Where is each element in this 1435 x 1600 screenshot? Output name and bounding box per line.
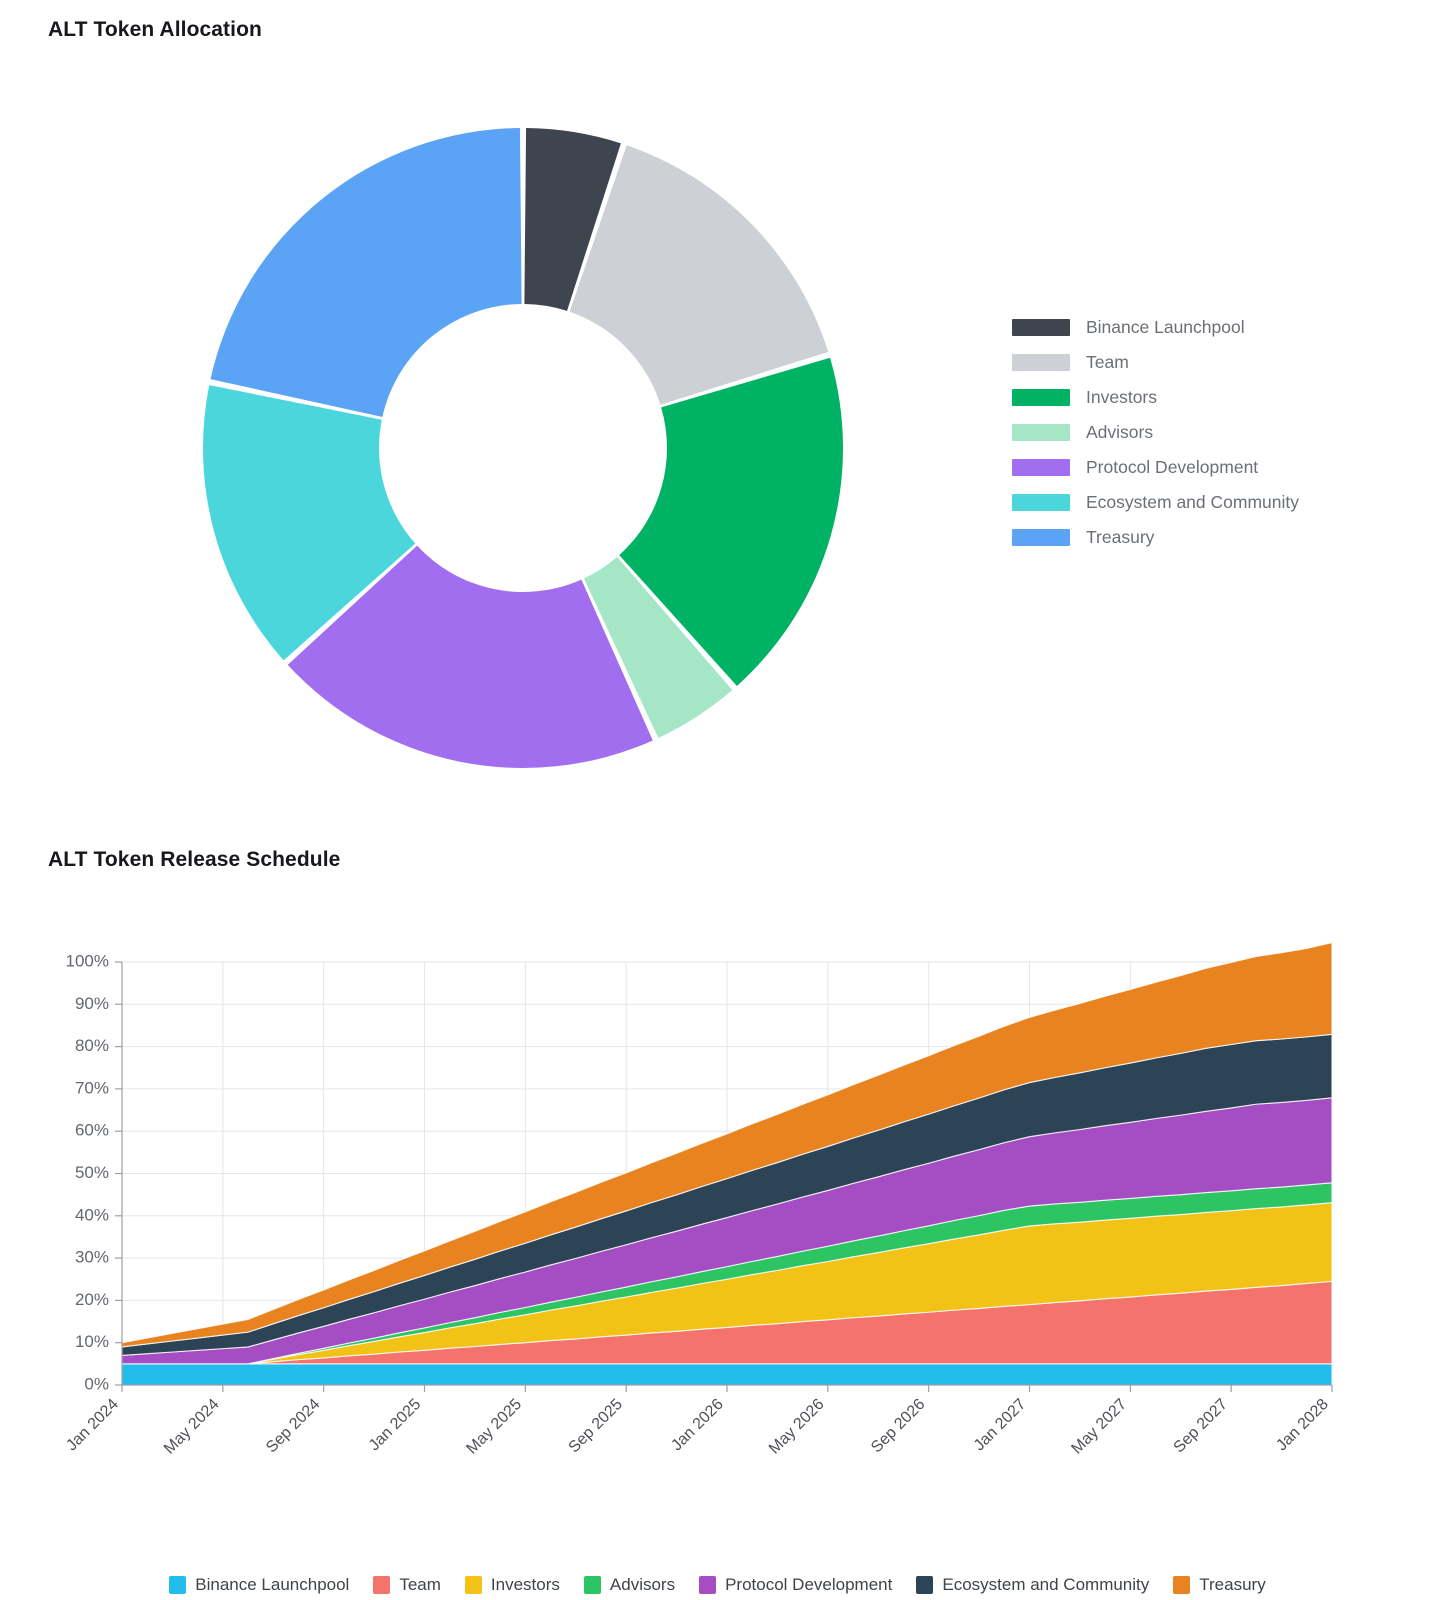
area-band[interactable] [121,1363,1333,1386]
area-legend-label: Protocol Development [725,1575,893,1594]
legend-swatch-icon [1012,494,1070,511]
area-chart-panel: 0% 10% 20% 30% 40% 50% 60% 70% 80% 90% 100% Jan 20… [0,920,1435,1560]
donut-legend-label: Treasury [1086,527,1155,547]
legend-swatch-icon [1173,1576,1191,1594]
area-legend-item[interactable]: Protocol Development [699,1575,892,1595]
area-legend-label: Ecosystem and Community [942,1575,1150,1594]
y-axis-ticks: 0% 10% 20% 30% 40% 50% 60% 70% 80% 90% 100% [66,951,122,1393]
page-title-allocation: ALT Token Allocation [48,18,262,41]
donut-legend-item[interactable]: Protocol Development [1012,457,1299,478]
y-tick-label: 90% [75,994,109,1013]
area-legend-item[interactable]: Binance Launchpool [169,1575,349,1595]
legend-swatch-icon [373,1576,391,1594]
x-tick-label: Sep 2027 [1171,1396,1232,1457]
legend-swatch-icon [1012,389,1070,406]
x-tick-label: May 2025 [463,1396,525,1458]
donut-legend-item[interactable]: Ecosystem and Community [1012,492,1299,513]
page-title-release: ALT Token Release Schedule [48,848,341,871]
area-legend-item[interactable]: Ecosystem and Community [916,1575,1149,1595]
y-tick-label: 20% [75,1290,109,1309]
donut-legend-label: Investors [1086,387,1157,407]
x-tick-label: Jan 2024 [63,1396,122,1455]
donut-legend-item[interactable]: Investors [1012,387,1299,408]
area-legend-item[interactable]: Team [373,1575,441,1595]
donut-legend: Binance Launchpool Team Investors Advisors P… [1012,317,1299,548]
y-tick-label: 70% [75,1078,109,1097]
donut-legend-item[interactable]: Binance Launchpool [1012,317,1299,338]
area-legend-label: Treasury [1199,1575,1266,1594]
donut-legend-label: Team [1086,352,1129,372]
legend-swatch-icon [916,1576,934,1594]
x-tick-label: Sep 2026 [868,1396,929,1457]
area-legend-label: Advisors [609,1575,676,1594]
area-legend-label: Investors [490,1575,560,1594]
legend-swatch-icon [1012,319,1070,336]
legend-swatch-icon [699,1576,717,1594]
x-tick-label: May 2024 [161,1396,223,1458]
donut-chart-panel: Binance Launchpool Team Investors Advisors P… [0,95,1435,815]
x-tick-label: May 2027 [1068,1396,1130,1458]
area-chart-legend: Binance Launchpool Team Investors Advisors P… [0,1575,1435,1595]
legend-swatch-icon [1012,424,1070,441]
y-tick-label: 40% [75,1205,109,1224]
donut-chart [202,128,843,769]
y-tick-label: 10% [75,1332,109,1351]
y-tick-label: 50% [75,1163,109,1182]
area-legend-label: Binance Launchpool [195,1575,350,1594]
donut-legend-label: Advisors [1086,422,1154,442]
legend-swatch-icon [1012,354,1070,371]
stacked-area-chart: 0% 10% 20% 30% 40% 50% 60% 70% 80% 90% 100% Jan 20… [63,941,1333,1458]
donut-legend-label: Binance Launchpool [1086,317,1245,337]
x-axis-ticks: Jan 2024 May 2024 Sep 2024 Jan 2025 May 2025… [63,1385,1333,1458]
legend-swatch-icon [1012,529,1070,546]
x-tick-label: Jan 2026 [668,1396,727,1455]
area-legend-item[interactable]: Advisors [583,1575,676,1595]
y-tick-label: 30% [75,1248,109,1267]
y-tick-label: 80% [75,1036,109,1055]
x-tick-label: Jan 2028 [1273,1396,1332,1455]
donut-slice[interactable] [210,128,522,418]
donut-legend-label: Protocol Development [1086,457,1259,477]
x-tick-label: Sep 2024 [263,1396,324,1457]
x-tick-label: Jan 2025 [366,1396,425,1455]
donut-legend-label: Ecosystem and Community [1086,492,1299,512]
x-tick-label: May 2026 [766,1396,828,1458]
legend-swatch-icon [583,1576,601,1594]
x-tick-label: Sep 2025 [566,1396,627,1457]
y-tick-label: 60% [75,1121,109,1140]
donut-slice-group [202,128,843,769]
legend-swatch-icon [1012,459,1070,476]
area-legend-item[interactable]: Investors [464,1575,560,1595]
y-tick-label: 100% [66,951,109,970]
x-tick-label: Jan 2027 [971,1396,1030,1455]
legend-swatch-icon [169,1576,187,1594]
donut-legend-item[interactable]: Advisors [1012,422,1299,443]
donut-legend-item[interactable]: Team [1012,352,1299,373]
donut-slice[interactable] [569,145,829,405]
y-tick-label: 0% [84,1374,109,1393]
area-legend-item[interactable]: Treasury [1173,1575,1266,1595]
area-legend-label: Team [399,1575,441,1594]
legend-swatch-icon [464,1576,482,1594]
donut-legend-item[interactable]: Treasury [1012,527,1299,548]
